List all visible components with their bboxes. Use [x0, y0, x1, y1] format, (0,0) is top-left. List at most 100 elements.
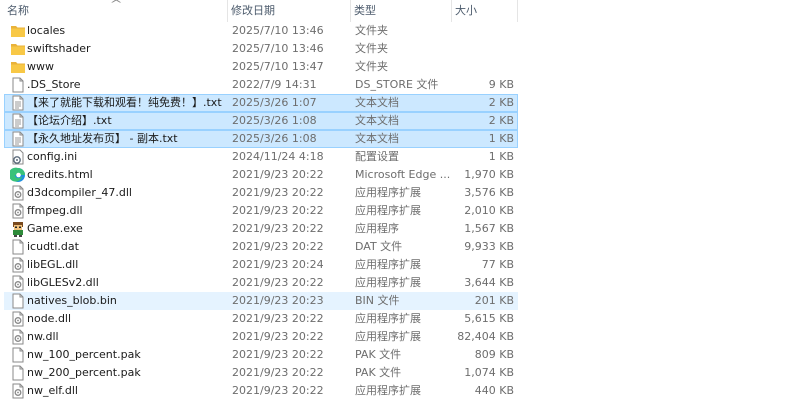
file-row[interactable]: credits.html 2021/9/23 20:22 Microsoft Edg…	[0, 166, 800, 184]
file-type: 应用程序扩展	[355, 330, 421, 343]
file-row[interactable]: nw_elf.dll 2021/9/23 20:22 应用程序扩展 440 KB	[0, 382, 800, 400]
file-type: BIN 文件	[355, 294, 400, 307]
file-name: d3dcompiler_47.dll	[27, 186, 132, 199]
file-row[interactable]: nw_100_percent.pak 2021/9/23 20:22 PAK 文件 8…	[0, 346, 800, 364]
file-modified-date: 2021/9/23 20:22	[232, 276, 324, 289]
file-row[interactable]: icudtl.dat 2021/9/23 20:22 DAT 文件 9,933 KB	[0, 238, 800, 256]
file-name: nw_100_percent.pak	[27, 348, 141, 361]
file-modified-date: 2022/7/9 14:31	[232, 78, 317, 91]
file-name: libGLESv2.dll	[27, 276, 99, 289]
file-name: nw_200_percent.pak	[27, 366, 141, 379]
file-name: nw.dll	[27, 330, 59, 343]
file-size	[455, 58, 514, 76]
file-size: 9,933 KB	[464, 240, 514, 253]
column-header-size-label: 大小	[455, 4, 477, 17]
file-modified-date: 2025/7/10 13:46	[232, 24, 324, 37]
file-size: 809 KB	[474, 348, 514, 361]
file-type: 文件夹	[355, 60, 388, 73]
file-row[interactable]: libEGL.dll 2021/9/23 20:24 应用程序扩展 77 KB	[0, 256, 800, 274]
file-modified-date: 2025/7/10 13:46	[232, 42, 324, 55]
file-type: DS_STORE 文件	[355, 78, 439, 91]
file-size	[455, 22, 514, 40]
file-size: 2 KB	[488, 114, 514, 127]
text-file-icon	[10, 113, 26, 129]
file-row[interactable]: natives_blob.bin 2021/9/23 20:23 BIN 文件 201…	[0, 292, 800, 310]
file-size: 77 KB	[481, 258, 514, 271]
file-row[interactable]: Game.exe 2021/9/23 20:22 应用程序 1,567 KB	[0, 220, 800, 238]
file-modified-date: 2021/9/23 20:23	[232, 294, 324, 307]
file-icon	[10, 239, 26, 255]
file-size: 1 KB	[488, 150, 514, 163]
settings-file-icon	[10, 149, 26, 165]
file-row[interactable]: 【来了就能下载和观看！纯免费！】.txt 2025/3/26 1:07 文本文档 2 …	[0, 94, 800, 112]
file-size: 440 KB	[474, 384, 514, 397]
sort-ascending-icon: ^	[109, 0, 123, 10]
file-row[interactable]: swiftshader 2025/7/10 13:46 文件夹	[0, 40, 800, 58]
file-name: icudtl.dat	[27, 240, 79, 253]
file-name: Game.exe	[27, 222, 83, 235]
file-modified-date: 2021/9/23 20:22	[232, 222, 324, 235]
file-type: PAK 文件	[355, 366, 402, 379]
file-name: nw_elf.dll	[27, 384, 78, 397]
dll-icon	[10, 329, 26, 345]
file-type: 文本文档	[355, 96, 399, 109]
file-name: 【来了就能下载和观看！纯免费！】.txt	[27, 96, 222, 109]
file-modified-date: 2021/9/23 20:22	[232, 366, 324, 379]
file-row[interactable]: www 2025/7/10 13:47 文件夹	[0, 58, 800, 76]
file-modified-date: 2021/9/23 20:22	[232, 348, 324, 361]
file-size: 3,576 KB	[464, 186, 514, 199]
column-header-date-label: 修改日期	[231, 4, 275, 17]
file-row[interactable]: nw_200_percent.pak 2021/9/23 20:22 PAK 文件 1…	[0, 364, 800, 382]
file-row[interactable]: nw.dll 2021/9/23 20:22 应用程序扩展 82,404 KB	[0, 328, 800, 346]
file-row[interactable]: config.ini 2024/11/24 4:18 配置设置 1 KB	[0, 148, 800, 166]
file-icon	[10, 293, 26, 309]
file-row[interactable]: locales 2025/7/10 13:46 文件夹	[0, 22, 800, 40]
dll-icon	[10, 275, 26, 291]
text-file-icon	[10, 95, 26, 111]
file-row[interactable]: ffmpeg.dll 2021/9/23 20:22 应用程序扩展 2,010 KB	[0, 202, 800, 220]
file-size: 5,615 KB	[464, 312, 514, 325]
file-size: 2,010 KB	[464, 204, 514, 217]
file-modified-date: 2021/9/23 20:22	[232, 384, 324, 397]
file-modified-date: 2025/3/26 1:08	[232, 114, 317, 127]
file-name: ffmpeg.dll	[27, 204, 83, 217]
folder-icon	[10, 23, 26, 39]
file-name: node.dll	[27, 312, 72, 325]
file-type: 应用程序扩展	[355, 204, 421, 217]
file-type: 应用程序扩展	[355, 384, 421, 397]
file-list: locales 2025/7/10 13:46 文件夹 swiftshader 2025…	[0, 22, 800, 400]
file-modified-date: 2021/9/23 20:22	[232, 312, 324, 325]
file-name: 【论坛介绍】.txt	[27, 114, 112, 127]
dll-icon	[10, 185, 26, 201]
file-type: 配置设置	[355, 150, 399, 163]
file-row[interactable]: .DS_Store 2022/7/9 14:31 DS_STORE 文件 9 KB	[0, 76, 800, 94]
file-modified-date: 2025/3/26 1:08	[232, 132, 317, 145]
file-row[interactable]: d3dcompiler_47.dll 2021/9/23 20:22 应用程序扩展 3…	[0, 184, 800, 202]
file-name: .DS_Store	[27, 78, 81, 91]
column-header-size[interactable]: 大小	[452, 0, 518, 22]
column-header-date[interactable]: 修改日期	[228, 0, 351, 22]
file-row[interactable]: node.dll 2021/9/23 20:22 应用程序扩展 5,615 KB	[0, 310, 800, 328]
file-size: 201 KB	[474, 294, 514, 307]
file-row[interactable]: 【永久地址发布页】 - 副本.txt 2025/3/26 1:08 文本文档 1 KB	[0, 130, 800, 148]
file-type: 文件夹	[355, 42, 388, 55]
file-modified-date: 2025/7/10 13:47	[232, 60, 324, 73]
file-modified-date: 2021/9/23 20:22	[232, 330, 324, 343]
file-name: natives_blob.bin	[27, 294, 117, 307]
file-row[interactable]: 【论坛介绍】.txt 2025/3/26 1:08 文本文档 2 KB	[0, 112, 800, 130]
file-icon	[10, 365, 26, 381]
file-size: 3,644 KB	[464, 276, 514, 289]
file-type: DAT 文件	[355, 240, 403, 253]
column-header-name-label: 名称	[7, 4, 29, 17]
file-type: 应用程序	[355, 222, 399, 235]
column-header-type[interactable]: 类型	[351, 0, 452, 22]
file-name: credits.html	[27, 168, 93, 181]
file-size: 82,404 KB	[457, 330, 514, 343]
file-type: 应用程序扩展	[355, 258, 421, 271]
file-modified-date: 2021/9/23 20:22	[232, 186, 324, 199]
file-name: 【永久地址发布页】 - 副本.txt	[27, 132, 178, 145]
file-row[interactable]: libGLESv2.dll 2021/9/23 20:22 应用程序扩展 3,644 …	[0, 274, 800, 292]
file-name: locales	[27, 24, 66, 37]
text-file-icon	[10, 131, 26, 147]
file-icon	[10, 77, 26, 93]
